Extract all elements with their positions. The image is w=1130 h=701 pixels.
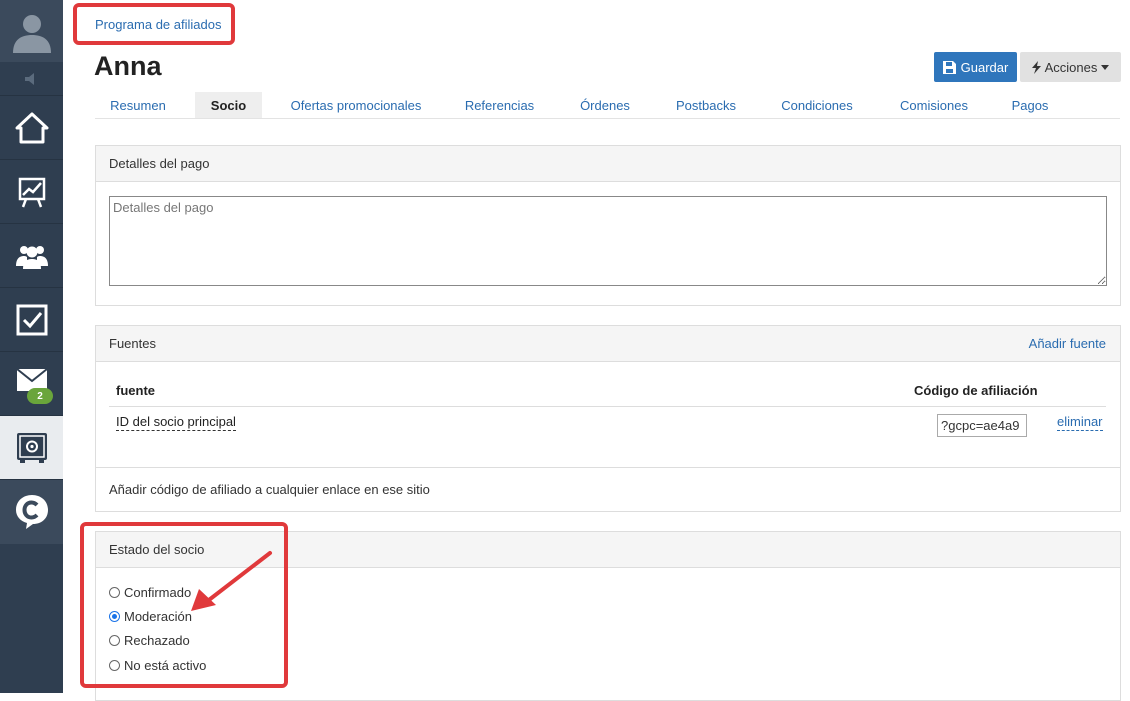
sidebar-item-messages[interactable]: 2 bbox=[0, 352, 63, 416]
delete-source-link[interactable]: eliminar bbox=[1057, 414, 1103, 431]
tab-resumen[interactable]: Resumen bbox=[95, 92, 181, 118]
avatar[interactable] bbox=[0, 0, 63, 62]
affiliate-code-field[interactable]: ?gcpc=ae4a9 bbox=[937, 414, 1027, 437]
tab-comisiones[interactable]: Comisiones bbox=[889, 92, 979, 118]
chart-icon bbox=[18, 177, 45, 207]
caret-down-icon bbox=[1101, 64, 1110, 70]
save-button-label: Guardar bbox=[960, 59, 1009, 75]
tab-ofertas[interactable]: Ofertas promocionales bbox=[280, 92, 432, 118]
source-name[interactable]: ID del socio principal bbox=[116, 414, 236, 431]
brand-logo[interactable] bbox=[0, 480, 63, 544]
add-source-link[interactable]: Añadir fuente bbox=[1029, 336, 1106, 351]
users-icon bbox=[15, 245, 48, 269]
column-header-code: Código de afiliación bbox=[914, 383, 1038, 398]
tab-pagos[interactable]: Pagos bbox=[1003, 92, 1057, 118]
home-icon bbox=[15, 112, 48, 143]
table-header-divider bbox=[109, 406, 1106, 407]
sources-panel-header: Fuentes Añadir fuente bbox=[96, 326, 1120, 362]
tab-socio[interactable]: Socio bbox=[195, 92, 262, 118]
safe-icon bbox=[16, 432, 47, 463]
sources-panel-title: Fuentes bbox=[109, 336, 156, 351]
unread-badge: 2 bbox=[27, 388, 53, 404]
tab-postbacks[interactable]: Postbacks bbox=[665, 92, 747, 118]
page-title: Anna bbox=[94, 51, 162, 81]
speaker-icon bbox=[24, 72, 34, 85]
actions-label: Acciones bbox=[1044, 59, 1098, 75]
bolt-icon bbox=[1031, 60, 1041, 74]
annotation-arrow-icon bbox=[191, 551, 272, 611]
payment-details-panel: Detalles del pago bbox=[95, 145, 1121, 306]
tab-bar: Resumen Socio Ofertas promocionales Refe… bbox=[95, 92, 1120, 119]
sidebar-item-partners[interactable] bbox=[0, 224, 63, 288]
column-header-source: fuente bbox=[116, 383, 155, 398]
table-footer-divider bbox=[96, 467, 1120, 468]
tab-condiciones[interactable]: Condiciones bbox=[771, 92, 863, 118]
sidebar-item-stats[interactable] bbox=[0, 160, 63, 224]
actions-dropdown[interactable]: Acciones bbox=[1020, 52, 1121, 82]
brand-c-icon bbox=[15, 495, 48, 529]
sidebar-item-home[interactable] bbox=[0, 96, 63, 160]
floppy-icon bbox=[942, 60, 956, 74]
payment-panel-title: Detalles del pago bbox=[96, 146, 1120, 182]
sidebar-item-affiliates[interactable] bbox=[0, 416, 63, 480]
payment-details-textarea[interactable] bbox=[109, 196, 1107, 286]
sidebar: 2 bbox=[0, 0, 63, 693]
sources-footer-note: Añadir código de afiliado a cualquier en… bbox=[109, 482, 430, 497]
highlight-box-breadcrumb bbox=[73, 3, 235, 45]
sidebar-item-tasks[interactable] bbox=[0, 288, 63, 352]
user-avatar-icon bbox=[12, 15, 51, 53]
tab-ordenes[interactable]: Órdenes bbox=[569, 92, 641, 118]
save-button[interactable]: Guardar bbox=[934, 52, 1017, 82]
sound-toggle[interactable] bbox=[0, 62, 63, 96]
checkbox-icon bbox=[16, 304, 47, 335]
tab-referencias[interactable]: Referencias bbox=[453, 92, 546, 118]
